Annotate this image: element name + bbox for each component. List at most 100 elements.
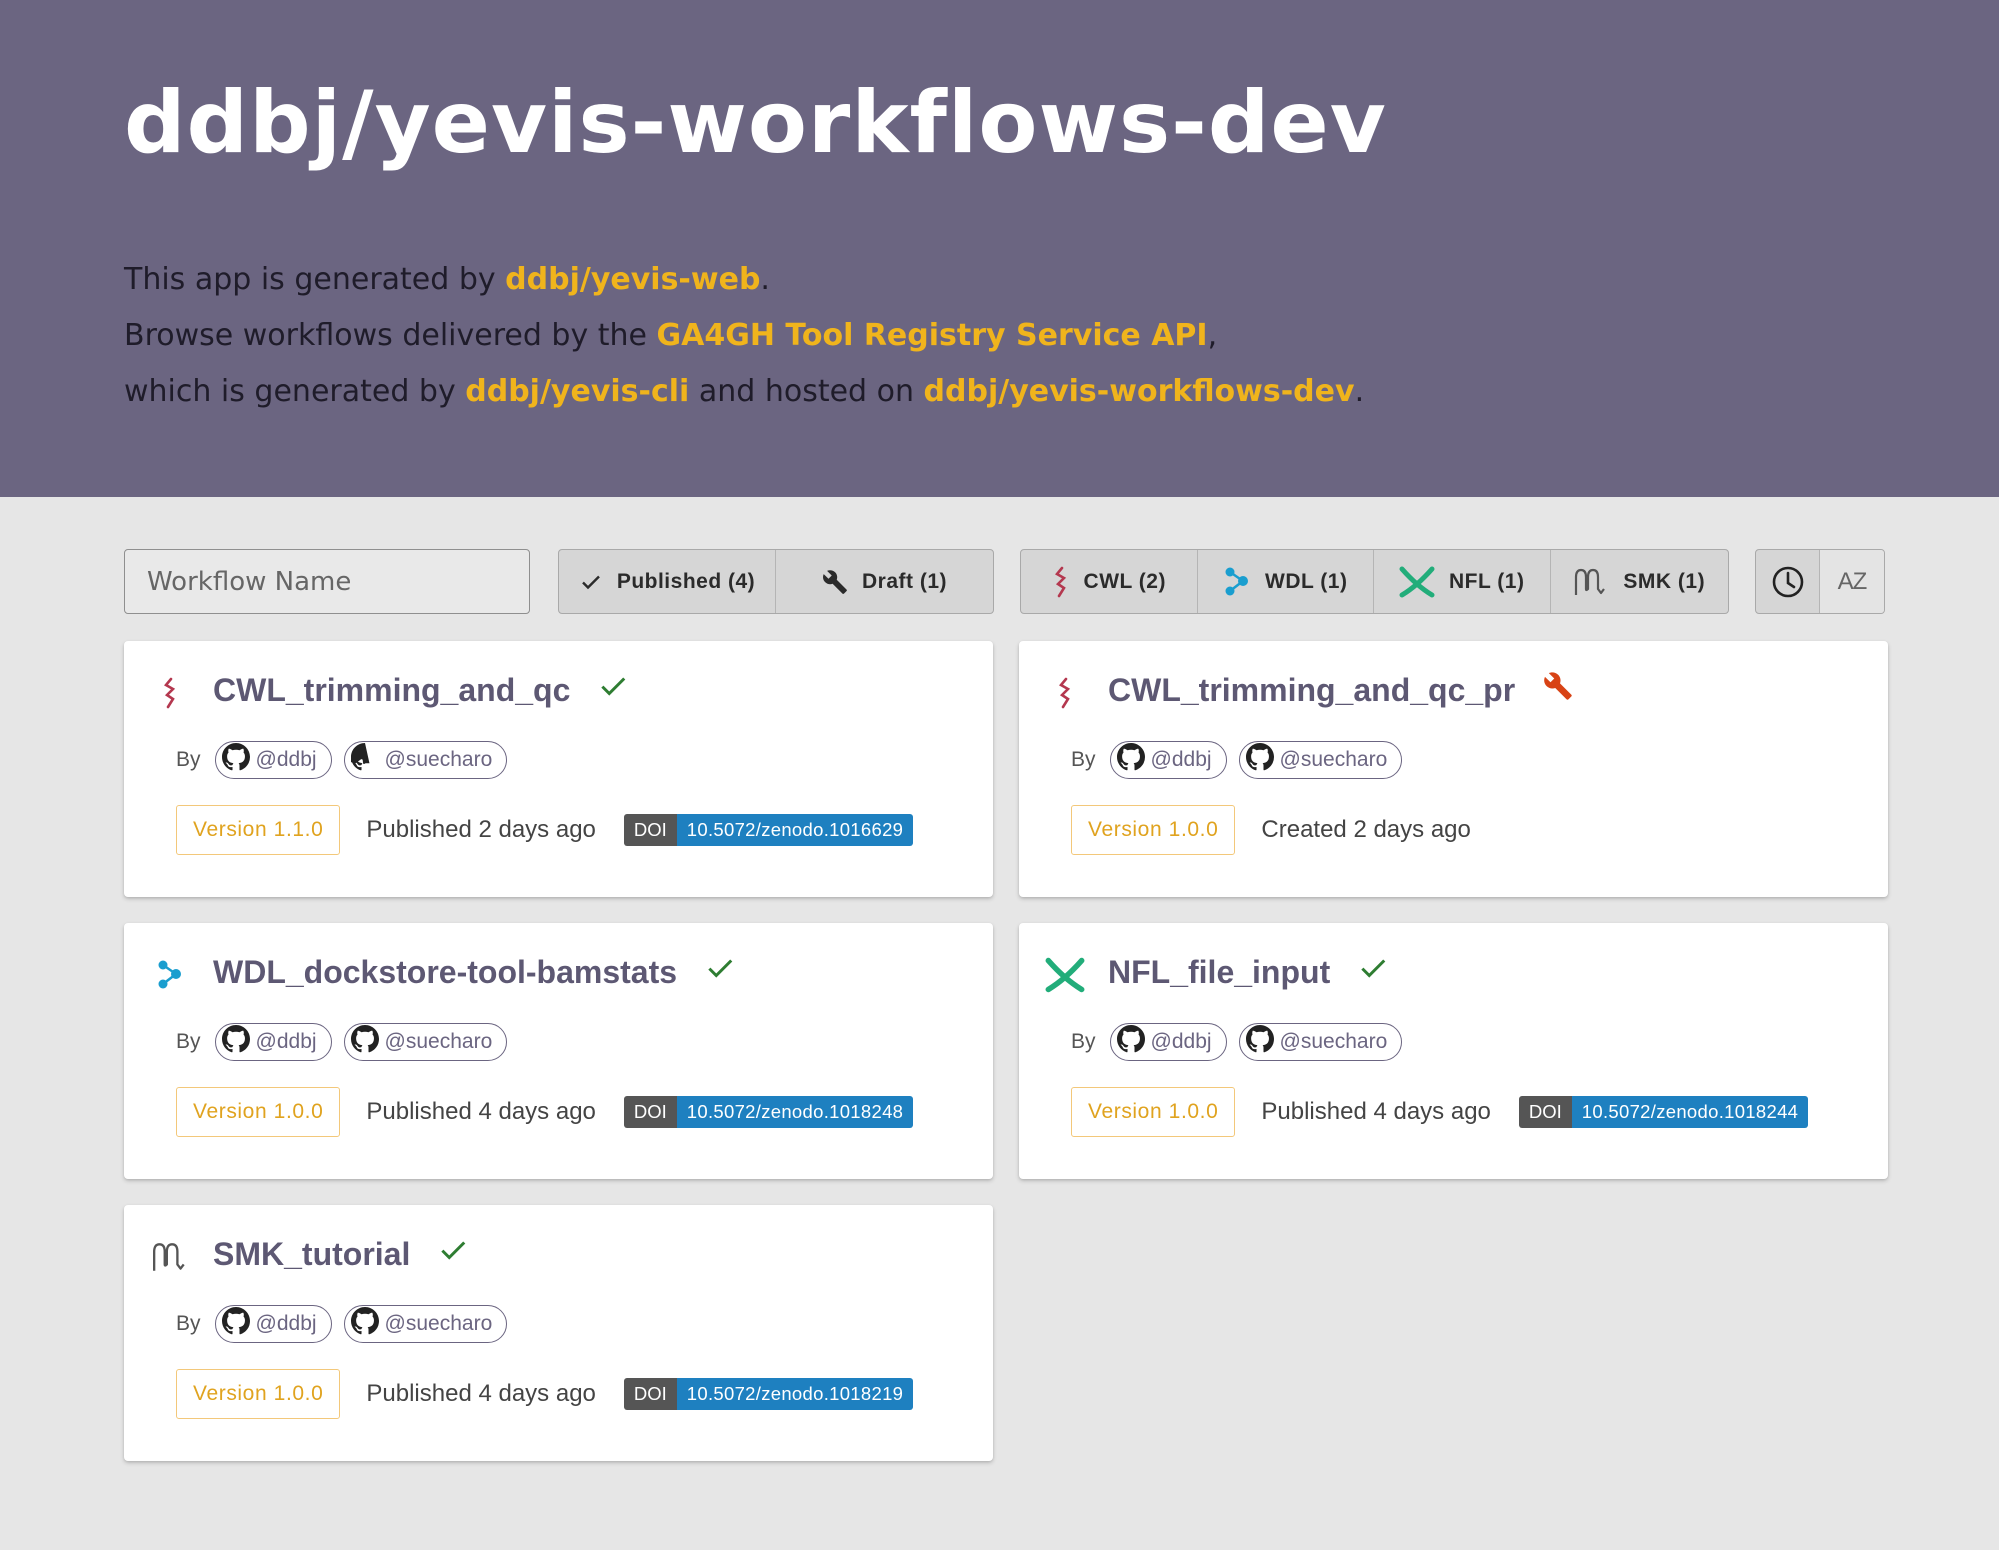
doi-value: 10.5072/zenodo.1018244 (1571, 1096, 1809, 1128)
intro-text-2: Browse workflows delivered by the (124, 318, 657, 353)
intro-text-3: which is generated by (124, 374, 466, 409)
nfl-icon (1045, 955, 1085, 995)
workflow-card[interactable]: WDL_dockstore-tool-bamstats By @ddbj @su… (124, 923, 993, 1179)
status-text: Published 4 days ago (366, 1098, 596, 1125)
github-icon (221, 1307, 250, 1341)
yevis-web-link[interactable]: ddbj/yevis-web (505, 262, 760, 297)
sort-by-name-button[interactable]: AZ (1820, 550, 1884, 613)
meta-row: Version 1.0.0 Published 4 days ago DOI 10… (176, 1087, 914, 1137)
cwl-icon (150, 673, 190, 713)
version-badge: Version 1.1.0 (176, 805, 341, 855)
version-badge: Version 1.0.0 (176, 1087, 341, 1137)
doi-label: DOI (623, 1378, 677, 1410)
trs-api-link[interactable]: GA4GH Tool Registry Service API (657, 318, 1208, 353)
meta-row: Version 1.0.0 Published 4 days ago DOI 10… (176, 1369, 914, 1419)
cwl-filter-label: CWL (2) (1083, 569, 1166, 593)
by-label: By (1071, 1030, 1096, 1053)
workflow-card[interactable]: CWL_trimming_and_qc_pr By @ddbj @suechar… (1019, 641, 1888, 897)
published-filter-button[interactable]: Published (4) (559, 550, 776, 613)
author-chip[interactable]: @ddbj (1109, 1023, 1227, 1061)
status-text: Published 4 days ago (366, 1380, 596, 1407)
wrench-icon (822, 569, 848, 595)
wdl-filter-button[interactable]: WDL (1) (1198, 550, 1374, 613)
wdl-icon (150, 955, 190, 995)
workflow-name: NFL_file_input (1108, 953, 1331, 990)
by-label: By (176, 1312, 201, 1335)
doi-value: 10.5072/zenodo.1016629 (676, 814, 914, 846)
github-icon (1116, 743, 1145, 777)
published-check-icon (598, 671, 628, 709)
author-chip[interactable]: @ddbj (214, 741, 332, 779)
published-filter-label: Published (4) (616, 569, 756, 593)
sort-az-icon: AZ (1837, 567, 1868, 595)
doi-badge[interactable]: DOI 10.5072/zenodo.1018244 (1518, 1096, 1809, 1128)
draft-wrench-icon (1543, 671, 1573, 709)
doi-badge[interactable]: DOI 10.5072/zenodo.1018248 (623, 1096, 914, 1128)
author-chip[interactable]: @suecharo (343, 741, 508, 779)
status-text: Created 2 days ago (1261, 816, 1471, 843)
author-name: @suecharo (1279, 748, 1388, 771)
status-filter-group: Published (4) Draft (1) (558, 549, 994, 614)
authors-row: By @ddbj @suecharo (176, 1305, 508, 1343)
doi-badge[interactable]: DOI 10.5072/zenodo.1018219 (623, 1378, 914, 1410)
status-text: Published 2 days ago (366, 816, 596, 843)
nfl-filter-label: NFL (1) (1449, 569, 1525, 593)
author-name: @ddbj (255, 748, 317, 771)
nfl-filter-button[interactable]: NFL (1) (1374, 550, 1551, 613)
yevis-workflows-dev-link[interactable]: ddbj/yevis-workflows-dev (924, 374, 1355, 409)
version-badge: Version 1.0.0 (176, 1369, 341, 1419)
author-name: @suecharo (384, 1312, 493, 1335)
authors-row: By @ddbj @suecharo (1071, 1023, 1403, 1061)
authors-row: By @ddbj @suecharo (1071, 741, 1403, 779)
cwl-icon (1045, 673, 1085, 713)
github-icon (348, 743, 379, 777)
intro-text: This app is generated by ddbj/yevis-web.… (124, 252, 1884, 420)
published-check-icon (705, 953, 735, 991)
workflow-title[interactable]: CWL_trimming_and_qc (213, 671, 628, 709)
author-chip[interactable]: @suecharo (343, 1305, 508, 1343)
workflow-title[interactable]: WDL_dockstore-tool-bamstats (213, 953, 735, 991)
workflow-card[interactable]: SMK_tutorial By @ddbj @suecharo Version … (124, 1205, 993, 1461)
author-name: @ddbj (1150, 1030, 1212, 1053)
doi-value: 10.5072/zenodo.1018248 (676, 1096, 914, 1128)
workflow-title[interactable]: SMK_tutorial (213, 1235, 468, 1273)
intro-text-4: and hosted on (689, 374, 924, 409)
page-header: ddbj/yevis-workflows-dev This app is gen… (0, 0, 1999, 497)
smk-filter-button[interactable]: SMK (1) (1551, 550, 1729, 613)
author-chip[interactable]: @ddbj (214, 1023, 332, 1061)
author-name: @ddbj (255, 1030, 317, 1053)
workflow-name: WDL_dockstore-tool-bamstats (213, 953, 678, 990)
author-name: @suecharo (384, 1030, 493, 1053)
search-input[interactable] (124, 549, 530, 614)
workflow-name: SMK_tutorial (213, 1235, 411, 1272)
workflow-title[interactable]: CWL_trimming_and_qc_pr (1108, 671, 1573, 709)
doi-badge[interactable]: DOI 10.5072/zenodo.1016629 (623, 814, 914, 846)
github-icon (221, 743, 250, 777)
version-badge: Version 1.0.0 (1071, 1087, 1236, 1137)
author-name: @ddbj (1150, 748, 1212, 771)
doi-label: DOI (1518, 1096, 1572, 1128)
workflow-name: CWL_trimming_and_qc (213, 671, 571, 708)
draft-filter-button[interactable]: Draft (1) (776, 550, 993, 613)
sort-by-date-button[interactable] (1756, 550, 1820, 613)
author-name: @suecharo (1279, 1030, 1388, 1053)
meta-row: Version 1.0.0 Published 4 days ago DOI 10… (1071, 1087, 1809, 1137)
intro-punct: . (760, 262, 770, 297)
intro-text-1: This app is generated by (124, 262, 506, 297)
github-icon (1245, 743, 1274, 777)
check-icon (579, 570, 603, 594)
intro-punct: , (1207, 318, 1218, 353)
workflow-card[interactable]: CWL_trimming_and_qc By @ddbj @suecharo V… (124, 641, 993, 897)
draft-filter-label: Draft (1) (861, 569, 947, 593)
author-chip[interactable]: @suecharo (343, 1023, 508, 1061)
nfl-icon (1399, 566, 1435, 598)
workflow-title[interactable]: NFL_file_input (1108, 953, 1388, 991)
workflow-card[interactable]: NFL_file_input By @ddbj @suecharo Versio… (1019, 923, 1888, 1179)
author-chip[interactable]: @ddbj (1109, 741, 1227, 779)
github-icon (350, 1025, 379, 1059)
cwl-filter-button[interactable]: CWL (2) (1021, 550, 1198, 613)
author-chip[interactable]: @suecharo (1238, 1023, 1403, 1061)
author-chip[interactable]: @ddbj (214, 1305, 332, 1343)
author-chip[interactable]: @suecharo (1238, 741, 1403, 779)
yevis-cli-link[interactable]: ddbj/yevis-cli (465, 374, 689, 409)
